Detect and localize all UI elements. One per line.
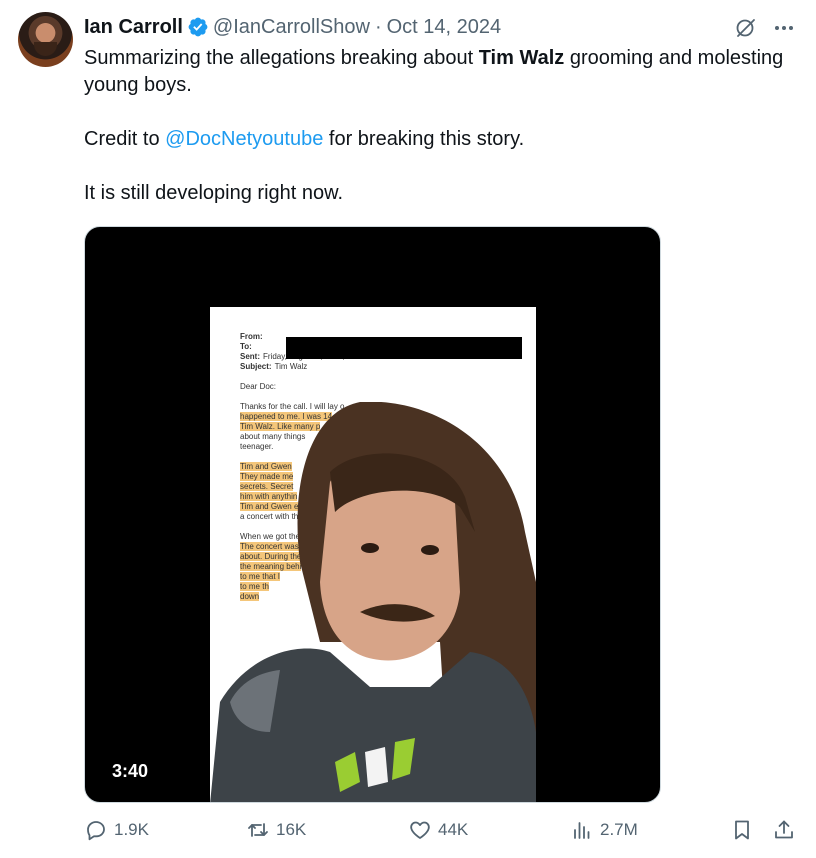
like-button[interactable]: 44K: [408, 818, 468, 842]
avatar[interactable]: [18, 12, 73, 67]
bookmark-icon: [735, 820, 749, 840]
grok-icon[interactable]: [734, 16, 758, 40]
views-count: 2.7M: [600, 820, 638, 839]
doc-sent-label: Sent:: [240, 352, 260, 361]
reply-icon: [87, 821, 105, 841]
like-icon: [410, 821, 430, 839]
share-button[interactable]: [772, 818, 796, 842]
mention-link[interactable]: @DocNetyoutube: [165, 128, 323, 150]
tweet-line2-post: for breaking this story.: [323, 128, 525, 150]
tweet-line2-pre: Credit to: [84, 128, 166, 150]
tweet-line1-bold: Tim Walz: [478, 47, 565, 69]
video-player[interactable]: From: To: Sent:Friday, August 9, 2024, a…: [84, 226, 661, 803]
share-icon: [775, 820, 793, 839]
author-handle[interactable]: @IanCarrollShow: [213, 16, 370, 39]
bookmark-button[interactable]: [730, 818, 754, 842]
separator-dot: ·: [374, 15, 382, 38]
tweet-header: Ian Carroll @IanCarrollShow · Oct 14, 20…: [84, 14, 501, 40]
tweet-date[interactable]: Oct 14, 2024: [387, 16, 502, 39]
repost-icon: [248, 823, 268, 837]
more-icon[interactable]: [772, 16, 796, 40]
video-frame: From: To: Sent:Friday, August 9, 2024, a…: [210, 307, 536, 802]
video-duration: 3:40: [112, 761, 149, 781]
doc-greeting: Dear Doc:: [240, 382, 277, 391]
tweet-line1-pre: Summarizing the allegations breaking abo…: [84, 47, 479, 69]
presenter-image: [210, 402, 536, 802]
doc-subject-label: Subject:: [240, 362, 272, 371]
action-bar: 1.9K 16K 44K 2.7M: [84, 818, 800, 848]
reply-button[interactable]: 1.9K: [84, 818, 149, 842]
doc-subject-value: Tim Walz: [274, 362, 308, 371]
verified-badge-icon[interactable]: [187, 16, 209, 38]
like-count: 44K: [438, 820, 469, 839]
views-icon: [574, 822, 590, 839]
tweet-line3: It is still developing right now.: [84, 182, 344, 204]
doc-to-label: To:: [240, 342, 252, 351]
repost-button[interactable]: 16K: [246, 818, 306, 842]
doc-from-label: From:: [240, 332, 263, 341]
reply-count: 1.9K: [114, 820, 149, 839]
repost-count: 16K: [276, 820, 307, 839]
tweet-text: Summarizing the allegations breaking abo…: [84, 45, 784, 234]
views-button[interactable]: 2.7M: [570, 818, 638, 842]
author-name[interactable]: Ian Carroll: [84, 16, 183, 39]
